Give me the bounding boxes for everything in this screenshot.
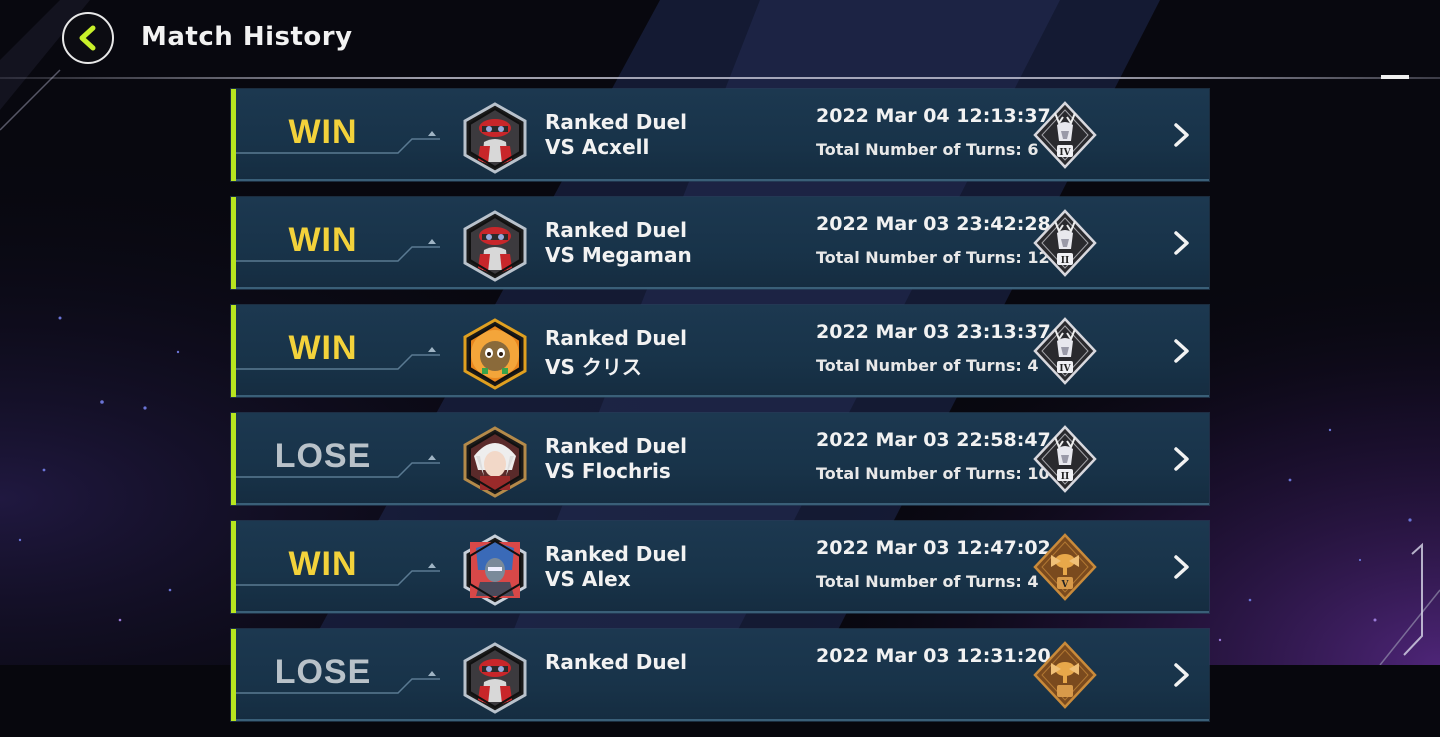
row-decoration-line <box>236 455 440 478</box>
chevron-left-icon <box>79 25 96 51</box>
rank-numeral: IV <box>1059 364 1071 374</box>
opponent-name: VS Flochris <box>545 459 671 483</box>
rank-badge: IV <box>1033 101 1097 173</box>
match-row[interactable]: WIN Ranked Duel VS クリス 2022 Mar 03 23:13:37… <box>231 305 1209 397</box>
turn-count: Total Number of Turns: 4 <box>816 356 1039 375</box>
opponent-avatar <box>455 206 535 290</box>
match-row[interactable]: LOSE Ranked Duel VS Flochris 2022 Mar 03 22… <box>231 413 1209 505</box>
back-button[interactable] <box>62 12 114 64</box>
rank-badge: II <box>1033 425 1097 497</box>
row-decoration-line <box>236 563 440 586</box>
rank-numeral: IV <box>1059 148 1071 158</box>
turn-count: Total Number of Turns: 10 <box>816 464 1050 483</box>
chevron-right-icon[interactable] <box>1171 661 1193 689</box>
silver-stag-rank-icon: IV <box>1033 317 1097 385</box>
chevron-right-icon[interactable] <box>1171 121 1193 149</box>
rank-badge: IV <box>1033 317 1097 389</box>
chevron-right-icon[interactable] <box>1171 337 1193 365</box>
avatar-armored-warrior <box>463 534 527 606</box>
turn-count: Total Number of Turns: 4 <box>816 572 1039 591</box>
opponent-avatar <box>455 530 535 614</box>
header: Match History <box>0 0 1440 80</box>
opponent-avatar <box>455 98 535 182</box>
match-row[interactable]: WIN Ranked Duel VS Megaman 2022 Mar 03 23:4… <box>231 197 1209 289</box>
chevron-right-icon[interactable] <box>1171 229 1193 257</box>
rank-badge: II <box>1033 209 1097 281</box>
match-history-list: WIN Ranked Duel VS Acxell 2022 Mar 04 12:13… <box>231 89 1209 737</box>
match-datetime: 2022 Mar 04 12:13:37 <box>816 105 1051 127</box>
duel-mode: Ranked Duel <box>545 542 688 566</box>
match-datetime: 2022 Mar 03 23:13:37 <box>816 321 1051 343</box>
match-datetime: 2022 Mar 03 12:47:02 <box>816 537 1051 559</box>
match-datetime: 2022 Mar 03 12:31:20 <box>816 645 1051 667</box>
chevron-right-icon[interactable] <box>1171 553 1193 581</box>
match-row[interactable]: WIN Ranked Duel VS Acxell 2022 Mar 04 12:13… <box>231 89 1209 181</box>
row-decoration-line <box>236 131 440 154</box>
rank-badge <box>1033 641 1097 713</box>
match-datetime: 2022 Mar 03 22:58:47 <box>816 429 1051 451</box>
avatar-white-hair-duelist <box>463 426 527 498</box>
rank-numeral: II <box>1061 256 1069 266</box>
avatar-red-cap-duelist <box>463 210 527 282</box>
bronze-wasp-rank-icon <box>1033 641 1097 709</box>
page-title: Match History <box>141 22 353 52</box>
duel-mode: Ranked Duel <box>545 110 688 134</box>
rank-numeral: II <box>1061 472 1069 482</box>
opponent-name: VS Alex <box>545 567 631 591</box>
opponent-name: VS Acxell <box>545 135 650 159</box>
match-datetime: 2022 Mar 03 23:42:28 <box>816 213 1051 235</box>
bronze-wasp-rank-icon: V <box>1033 533 1097 601</box>
row-decoration-line <box>236 347 440 370</box>
opponent-avatar <box>455 314 535 398</box>
header-divider-accent <box>1381 75 1409 79</box>
avatar-red-cap-duelist <box>463 102 527 174</box>
duel-mode: Ranked Duel <box>545 218 688 242</box>
duel-mode: Ranked Duel <box>545 650 688 674</box>
duel-mode: Ranked Duel <box>545 434 688 458</box>
opponent-name: VS クリス <box>545 355 642 379</box>
row-decoration-line <box>236 239 440 262</box>
rank-badge: V <box>1033 533 1097 605</box>
match-row[interactable]: LOSE Ranked Duel 2022 Mar 03 12:31:20 <box>231 629 1209 721</box>
opponent-avatar <box>455 422 535 506</box>
header-divider <box>0 77 1440 79</box>
rank-numeral: V <box>1061 580 1070 590</box>
silver-stag-rank-icon: IV <box>1033 101 1097 169</box>
chevron-right-icon[interactable] <box>1171 445 1193 473</box>
avatar-red-cap-duelist <box>463 642 527 714</box>
row-decoration-line <box>236 671 440 694</box>
turn-count: Total Number of Turns: 6 <box>816 140 1039 159</box>
duel-mode: Ranked Duel <box>545 326 688 350</box>
opponent-name: VS Megaman <box>545 243 692 267</box>
match-row[interactable]: WIN Ranked Duel VS Alex 2022 Mar 03 12:47:0… <box>231 521 1209 613</box>
turn-count: Total Number of Turns: 12 <box>816 248 1050 267</box>
silver-stag-rank-icon: II <box>1033 425 1097 493</box>
avatar-kuriboh <box>463 318 527 390</box>
opponent-avatar <box>455 638 535 722</box>
silver-stag-rank-icon: II <box>1033 209 1097 277</box>
